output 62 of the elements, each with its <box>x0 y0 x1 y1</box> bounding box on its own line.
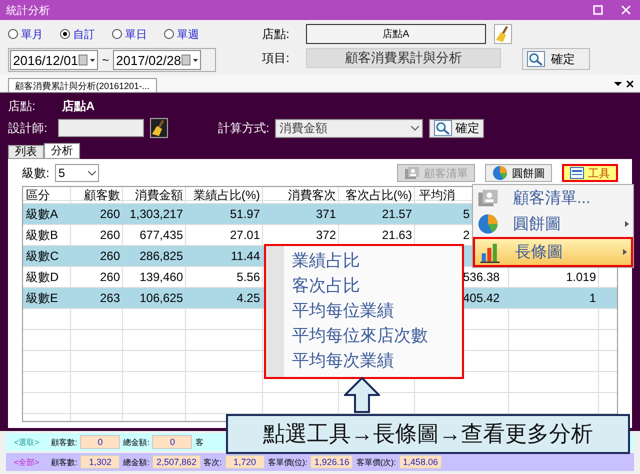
summary-field-label: 顧客數: <box>51 436 78 448</box>
column-header: 顧客數 <box>84 187 120 203</box>
summary-value: 2,507,862 <box>152 455 201 469</box>
table-cell: 263 <box>100 291 120 305</box>
window-title: 統計分析 <box>6 4 51 18</box>
column-header: 平均消 <box>419 187 455 203</box>
table-cell: 405.42 <box>463 291 500 305</box>
table-cell: 371 <box>316 207 336 221</box>
field-label: 設計師: <box>8 120 48 136</box>
table-cell: 27.01 <box>230 228 260 242</box>
table-cell: 536.38 <box>463 270 500 284</box>
table-cell: 260 <box>100 228 120 242</box>
table-cell: 139,460 <box>140 270 183 284</box>
table-cell: 1,303,217 <box>130 207 183 221</box>
table-cell: 級數B <box>26 226 58 244</box>
table-cell: 級數C <box>26 248 59 264</box>
summary-value: 1,458.06 <box>398 455 442 469</box>
table-cell: 1.019 <box>566 270 596 284</box>
table-cell: 51.97 <box>230 207 260 221</box>
summary-field-label: 總金額: <box>123 456 150 468</box>
summary-field-label: 顧客數: <box>51 456 78 468</box>
table-cell: 21.57 <box>382 207 412 221</box>
table-cell: 4.25 <box>236 291 260 305</box>
summary-value: 1,720 <box>224 455 265 469</box>
table-cell: 21.63 <box>382 228 412 242</box>
table-cell: 級數A <box>26 206 58 222</box>
field-label: 店點: <box>8 98 36 114</box>
column-header: 客次占比(%) <box>345 187 412 203</box>
callout-text: 點選工具→長條圖→查看更多分析 <box>226 414 630 454</box>
summary-value: 1,926.16 <box>310 455 354 469</box>
summary-field-label: 總金額: <box>123 436 150 448</box>
table-cell: 2 <box>463 228 470 242</box>
column-header: 區分 <box>26 187 50 203</box>
table-cell: 5.56 <box>236 270 260 284</box>
summary-field-label: 客單價(位): <box>268 456 308 468</box>
table-cell: 677,435 <box>140 228 183 242</box>
field-label: 計算方式: <box>218 120 270 136</box>
summary-field-label: 客 <box>195 436 204 448</box>
range-separator: ~ <box>102 53 110 67</box>
table-cell: 260 <box>100 249 120 263</box>
column-header: 消費金額 <box>135 187 183 203</box>
table-cell: 級數D <box>26 268 59 286</box>
table-cell: 106,625 <box>140 291 183 305</box>
summary-field-label: 客單價(次): <box>356 456 396 468</box>
table-cell: 260 <box>100 270 120 284</box>
summary-value: 0 <box>152 435 192 449</box>
summary-value: 0 <box>80 435 120 449</box>
column-header: 消費客次 <box>288 187 336 203</box>
summary-value: 1,302 <box>80 455 120 469</box>
table-cell: 286,825 <box>140 249 183 263</box>
table-cell: 5 <box>463 207 470 221</box>
table-cell: 260 <box>100 207 120 221</box>
column-header: 業績占比(%) <box>193 187 260 203</box>
table-cell: 級數E <box>26 290 58 306</box>
field-label: 級數: <box>22 164 50 182</box>
table-cell: 372 <box>316 228 336 242</box>
table-cell: 11.44 <box>230 249 260 263</box>
field-label: 店點: <box>262 26 290 42</box>
table-cell: 1 <box>589 291 596 305</box>
store-value: 店點A <box>62 98 95 114</box>
field-label: 項目: <box>262 50 290 66</box>
summary-field-label: 客次: <box>204 456 222 468</box>
